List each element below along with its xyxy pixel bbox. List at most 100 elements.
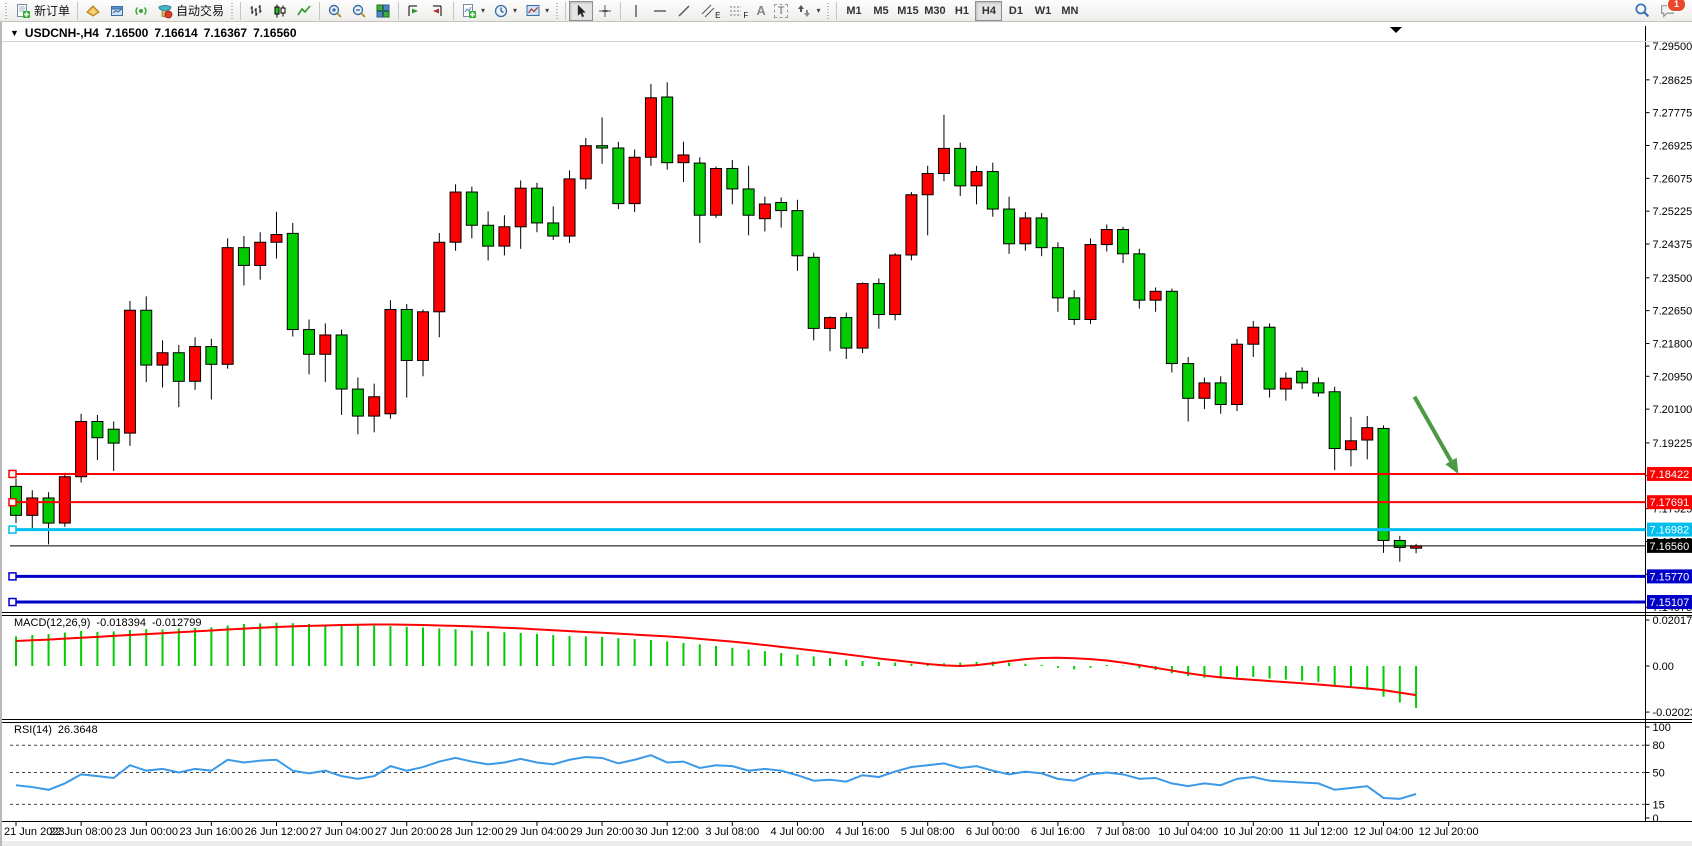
new-order-label: 新订单 [34, 2, 70, 19]
svg-text:11 Jul 12:00: 11 Jul 12:00 [1289, 826, 1348, 838]
fibonacci-tool-button[interactable]: F [724, 1, 752, 21]
chart-title: ▼ USDCNH-,H4 7.16500 7.16614 7.16367 7.1… [10, 26, 297, 40]
timeframe-button-w1[interactable]: W1 [1029, 1, 1056, 21]
svg-text:26 Jun 12:00: 26 Jun 12:00 [245, 826, 309, 838]
price-line-label[interactable]: 7.15770 [1647, 569, 1692, 583]
arrows-tool-button[interactable]: ▾ [792, 1, 824, 21]
templates-button[interactable]: ▾ [521, 1, 553, 21]
indicators-button[interactable]: ▾ [457, 1, 489, 21]
time-axis[interactable]: 21 Jun 202322 Jun 08:0023 Jun 00:0023 Ju… [4, 822, 1479, 838]
candles [11, 82, 1422, 561]
rsi-line [16, 755, 1416, 799]
new-order-button[interactable]: 新订单 [11, 1, 74, 21]
svg-text:15: 15 [1653, 799, 1665, 811]
notification-badge[interactable]: 1 [1667, 0, 1686, 12]
chart-open-value: 7.16500 [105, 26, 148, 40]
toolbar-separator [453, 2, 454, 20]
timeframe-button-m1[interactable]: M1 [840, 1, 867, 21]
chart-title-marker-icon: ▼ [10, 28, 19, 38]
timeframe-button-h4[interactable]: H4 [975, 1, 1002, 21]
svg-text:7.27775: 7.27775 [1653, 108, 1692, 120]
timeframe-group: M1M5M15M30H1H4D1W1MN [840, 1, 1083, 21]
price-line-label[interactable]: 7.18422 [1647, 467, 1692, 481]
search-button[interactable] [1630, 1, 1655, 21]
svg-text:7.28625: 7.28625 [1653, 75, 1692, 87]
svg-text:7.29500: 7.29500 [1653, 41, 1692, 53]
toolbar-grip[interactable] [230, 3, 235, 19]
price-line-label[interactable]: 7.16560 [1647, 539, 1692, 553]
trendline-tool-button[interactable] [672, 1, 696, 21]
toolbar-separator [398, 2, 399, 20]
price-line-label[interactable]: 7.16982 [1647, 523, 1692, 537]
price-line-label[interactable]: 7.17691 [1647, 495, 1692, 509]
candlestick-chart-button[interactable] [268, 1, 292, 21]
channel-tool-button[interactable]: E [696, 1, 724, 21]
svg-text:23 Jun 00:00: 23 Jun 00:00 [114, 826, 178, 838]
svg-text:7.26925: 7.26925 [1653, 140, 1692, 152]
fibonacci-icon [728, 3, 744, 19]
zoom-in-button[interactable] [323, 1, 347, 21]
zoom-out-button[interactable] [347, 1, 371, 21]
signals-button[interactable] [129, 1, 153, 21]
data-window-button[interactable] [105, 1, 129, 21]
trend-arrow-annotation[interactable] [1414, 397, 1458, 474]
timeframe-button-m15[interactable]: M15 [894, 1, 921, 21]
text-tool-button[interactable]: A [752, 1, 769, 21]
toolbar-grip[interactable] [4, 3, 9, 19]
svg-text:0.00: 0.00 [1653, 661, 1674, 673]
horizontal-line-tool-button[interactable] [648, 1, 672, 21]
timeframe-button-mn[interactable]: MN [1056, 1, 1083, 21]
svg-text:4 Jul 00:00: 4 Jul 00:00 [771, 826, 825, 838]
data-window-icon [109, 3, 125, 19]
toolbar-grip[interactable] [555, 3, 560, 19]
chart-shift-marker [1390, 27, 1402, 33]
text-tool-icon: A [756, 3, 765, 18]
timeframe-button-h1[interactable]: H1 [948, 1, 975, 21]
timeframe-button-m5[interactable]: M5 [867, 1, 894, 21]
chart-symbol-period: USDCNH-,H4 [25, 26, 99, 40]
svg-text:30 Jun 12:00: 30 Jun 12:00 [635, 826, 699, 838]
text-label-tool-button[interactable]: T [770, 1, 793, 21]
toolbar-separator [319, 2, 320, 20]
timeframe-button-d1[interactable]: D1 [1002, 1, 1029, 21]
periods-button[interactable]: ▾ [489, 1, 521, 21]
hline-anchor [9, 526, 16, 533]
search-icon [1634, 2, 1651, 19]
toolbar-separator [836, 2, 837, 20]
svg-text:22 Jun 08:00: 22 Jun 08:00 [49, 826, 113, 838]
svg-text:27 Jun 20:00: 27 Jun 20:00 [375, 826, 439, 838]
svg-text:23 Jun 16:00: 23 Jun 16:00 [180, 826, 244, 838]
horizontal-lines[interactable]: 7.18422 7.17691 7.16982 7.15770 7.15107 7.165… [9, 467, 1692, 609]
tile-windows-button[interactable] [371, 1, 395, 21]
trendline-icon [676, 3, 692, 19]
rsi-indicator-label: RSI(14) 26.3648 [14, 724, 98, 736]
price-axis[interactable]: 7.295007.286257.277757.269257.260757.252… [1646, 26, 1692, 822]
chart-low-value: 7.16367 [204, 26, 247, 40]
price-line-label[interactable]: 7.15107 [1647, 595, 1692, 609]
bar-chart-button[interactable] [244, 1, 268, 21]
chart-shift-button[interactable] [426, 1, 450, 21]
metaeditor-button[interactable] [81, 1, 105, 21]
svg-text:7.22650: 7.22650 [1653, 306, 1692, 318]
svg-text:7.21800: 7.21800 [1653, 338, 1692, 350]
timeframe-button-m30[interactable]: M30 [921, 1, 948, 21]
chart-canvas[interactable]: 7.295007.286257.277757.269257.260757.252… [2, 22, 1692, 846]
hline-anchor [9, 599, 16, 606]
svg-text:6 Jul 16:00: 6 Jul 16:00 [1031, 826, 1085, 838]
arrow-objects-icon [796, 3, 812, 19]
svg-text:6 Jul 00:00: 6 Jul 00:00 [966, 826, 1020, 838]
cursor-tool-button[interactable] [569, 1, 593, 21]
auto-trading-button[interactable]: 自动交易 [153, 1, 228, 21]
crosshair-tool-button[interactable] [593, 1, 617, 21]
toolbar-separator [240, 2, 241, 20]
rsi-pane[interactable]: 1008050150 [10, 722, 1671, 825]
macd-pane[interactable]: 0.0201740.00-0.020231 [16, 615, 1692, 719]
chart-close-value: 7.16560 [253, 26, 296, 40]
toolbar-grip[interactable] [826, 3, 831, 19]
vertical-line-tool-button[interactable] [624, 1, 648, 21]
auto-scroll-button[interactable] [402, 1, 426, 21]
chat-button-wrap: 1 [1655, 1, 1680, 21]
svg-text:7.25225: 7.25225 [1653, 206, 1692, 218]
svg-text:-0.020231: -0.020231 [1653, 707, 1692, 719]
line-chart-button[interactable] [292, 1, 316, 21]
